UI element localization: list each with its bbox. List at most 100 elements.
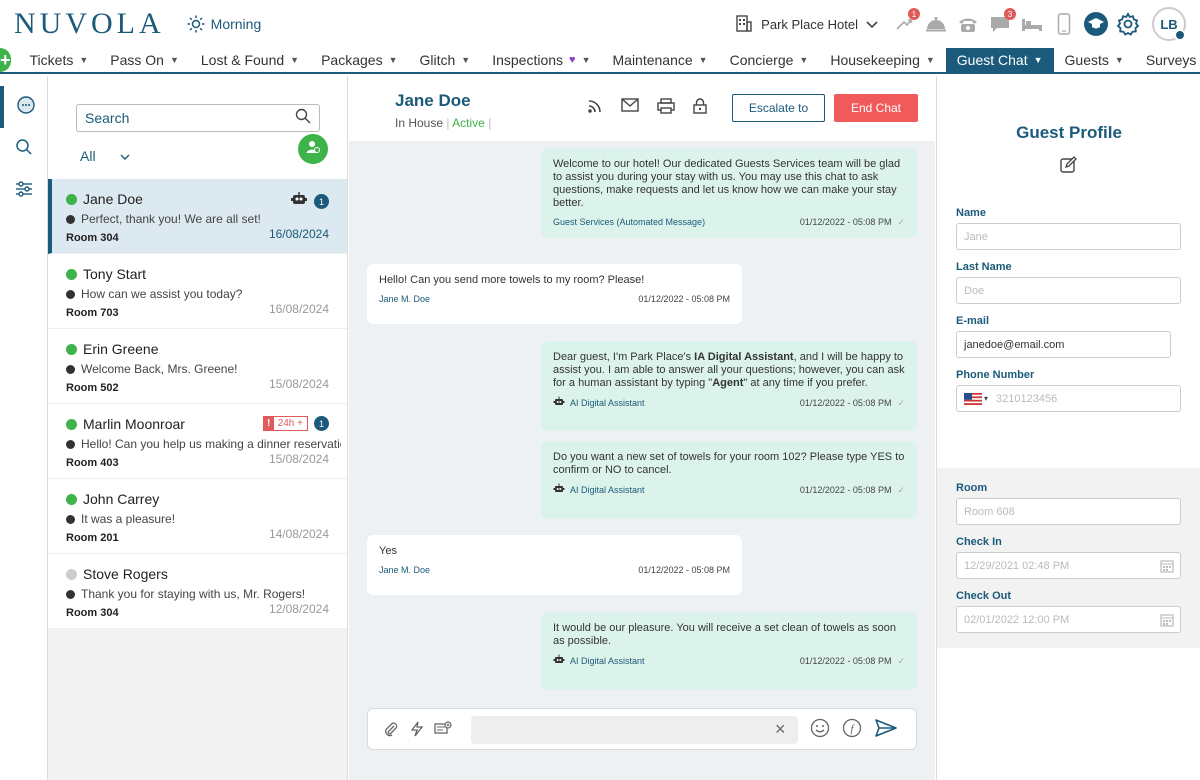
nav-tab-inspections[interactable]: Inspections ♥ ▼ — [481, 48, 601, 72]
message-text-part: Dear guest, I'm Park Place's — [553, 351, 695, 363]
chat-bubble-icon[interactable]: 3 — [988, 8, 1016, 36]
message-meta: AI Digital Assistant 01/12/2022 - 05:08 P… — [553, 396, 905, 411]
pending-icon[interactable]: 1 — [892, 8, 920, 36]
conversation-item[interactable]: Marlin Moonroar Hello! Can you help us ma… — [48, 404, 347, 479]
conversation-item[interactable]: Tony Start How can we assist you today? Ro… — [48, 254, 347, 329]
nav-tab-guests[interactable]: Guests ▼ — [1054, 48, 1135, 72]
nav-tab-maintenance[interactable]: Maintenance ▼ — [602, 48, 719, 72]
chevron-down-icon: ▼ — [1033, 55, 1043, 65]
add-button[interactable]: + — [0, 48, 11, 72]
bed-icon[interactable] — [1020, 12, 1044, 36]
send-icon[interactable] — [874, 718, 898, 743]
info-icon[interactable]: f — [842, 718, 862, 743]
emoji-icon[interactable] — [810, 718, 830, 743]
rail-search[interactable] — [0, 128, 48, 170]
chevron-down-icon — [120, 148, 130, 164]
conversation-filter[interactable]: All — [80, 148, 130, 164]
message-sender: AI Digital Assistant — [553, 396, 645, 411]
shift-indicator[interactable]: Morning — [187, 15, 262, 33]
conversation-date: 16/08/2024 — [268, 227, 329, 241]
reply-arrow-icon — [66, 289, 75, 299]
in-house-label: In House — [395, 116, 444, 130]
conversation-item[interactable]: Erin Greene Welcome Back, Mrs. Greene! Roo… — [48, 329, 347, 404]
chevron-down-icon — [866, 17, 878, 32]
message-time: 01/12/2022 - 05:08 PM — [638, 293, 730, 306]
robot-icon — [553, 654, 565, 669]
gear-icon[interactable] — [1116, 12, 1140, 36]
message-text-bold: IA Digital Assistant — [694, 351, 794, 363]
email-icon[interactable] — [621, 98, 639, 119]
incoming-message: Hello! Can you send more towels to my ro… — [367, 264, 742, 324]
guest-profile-title: Guest Profile — [1016, 123, 1122, 142]
incoming-message: Yes Jane M. Doe 01/12/2022 - 05:08 PM — [367, 535, 742, 595]
graduation-cap-icon[interactable] — [1084, 12, 1108, 36]
check-out-field[interactable]: 02/01/2022 12:00 PM — [956, 606, 1181, 633]
escalate-button[interactable]: Escalate to — [732, 94, 825, 122]
conversation-last-message: Hello! Can you help us making a dinner r… — [81, 437, 341, 451]
message-time: 01/12/2022 - 05:08 PM ✓ — [800, 484, 905, 497]
conversation-header: Stove Rogers — [66, 566, 347, 582]
nav-tab-tickets[interactable]: Tickets ▼ — [19, 48, 100, 72]
nav-tab-pass-on[interactable]: Pass On ▼ — [99, 48, 190, 72]
search-icon[interactable] — [295, 108, 311, 129]
reply-arrow-icon — [66, 364, 75, 374]
chat-guest-status: In House | Active | — [395, 116, 492, 130]
assign-agent-button[interactable] — [298, 134, 328, 164]
message-text: Dear guest, I'm Park Place's IA Digital … — [553, 351, 905, 390]
calendar-icon[interactable] — [1160, 613, 1174, 630]
mobile-icon[interactable] — [1052, 12, 1076, 36]
clear-input-icon[interactable]: × — [775, 719, 786, 740]
search-input[interactable] — [85, 110, 295, 126]
us-flag-icon[interactable]: ▾ — [964, 392, 988, 405]
nav-tab-guest-chat[interactable]: Guest Chat ▼ — [945, 48, 1054, 72]
message-input[interactable] — [471, 716, 798, 744]
message-timestamp: 01/12/2022 - 05:08 PM — [638, 294, 730, 304]
room-field[interactable]: Room 608 — [956, 498, 1181, 525]
calendar-icon[interactable] — [1160, 559, 1174, 576]
phone-field[interactable]: ▾ 3210123456 — [956, 385, 1181, 412]
rail-filters[interactable] — [0, 170, 48, 212]
quick-reply-icon[interactable] — [430, 721, 456, 737]
nav-tab-surveys[interactable]: Surveys▼ — [1135, 48, 1200, 72]
search-box[interactable] — [76, 104, 320, 132]
lock-icon[interactable] — [693, 98, 707, 119]
delivered-check-icon: ✓ — [897, 398, 905, 408]
email-field[interactable]: janedoe@email.com — [956, 331, 1171, 358]
conversation-item[interactable]: Stove Rogers Thank you for staying with u… — [48, 554, 347, 629]
conversation-last-message: Perfect, thank you! We are all set! — [81, 212, 261, 226]
message-text: Welcome to our hotel! Our dedicated Gues… — [553, 158, 901, 209]
end-chat-button[interactable]: End Chat — [834, 94, 918, 122]
conversation-item[interactable]: Jane Doe Perfect, thank you! We are all s… — [48, 179, 347, 254]
app-logo[interactable]: NUVOLA — [14, 7, 165, 41]
lightning-icon[interactable] — [404, 721, 430, 737]
avatar[interactable]: LB — [1152, 7, 1186, 41]
nav-tab-label: Guests — [1064, 52, 1109, 68]
unread-count: 1 — [314, 194, 329, 209]
rail-chats[interactable] — [0, 86, 48, 128]
message-meta: Guest Services (Automated Message) 01/12/… — [553, 216, 905, 229]
svg-text:f: f — [850, 723, 855, 735]
nav-tab-label: Guest Chat — [956, 52, 1028, 68]
name-field[interactable]: Jane — [956, 223, 1181, 250]
message-sender: Jane M. Doe — [379, 293, 430, 306]
check-in-field[interactable]: 12/29/2021 02:48 PM — [956, 552, 1181, 579]
phone-icon[interactable] — [956, 12, 980, 36]
shift-label: Morning — [210, 16, 262, 32]
nav-tab-glitch[interactable]: Glitch ▼ — [409, 48, 482, 72]
nav-tab-packages[interactable]: Packages ▼ — [310, 48, 408, 72]
chevron-down-icon: ▼ — [388, 55, 398, 65]
nav-tab-concierge[interactable]: Concierge ▼ — [719, 48, 820, 72]
rss-icon[interactable] — [587, 98, 603, 119]
nav-tab-lost-found[interactable]: Lost & Found ▼ — [190, 48, 310, 72]
delivered-check-icon: ✓ — [897, 485, 905, 495]
conversation-date: 12/08/2024 — [268, 602, 329, 616]
paperclip-icon[interactable] — [378, 721, 404, 737]
hotel-selector[interactable]: Park Place Hotel — [735, 14, 878, 35]
chat-panel: Jane Doe In House | Active | Escalate to… — [349, 76, 935, 780]
printer-icon[interactable] — [657, 98, 675, 119]
conversation-item[interactable]: John Carrey It was a pleasure! Room 201 14/… — [48, 479, 347, 554]
nav-tab-housekeeping[interactable]: Housekeeping ▼ — [819, 48, 945, 72]
last-name-field[interactable]: Doe — [956, 277, 1181, 304]
bell-icon[interactable] — [924, 12, 948, 36]
edit-icon[interactable] — [1059, 156, 1077, 179]
